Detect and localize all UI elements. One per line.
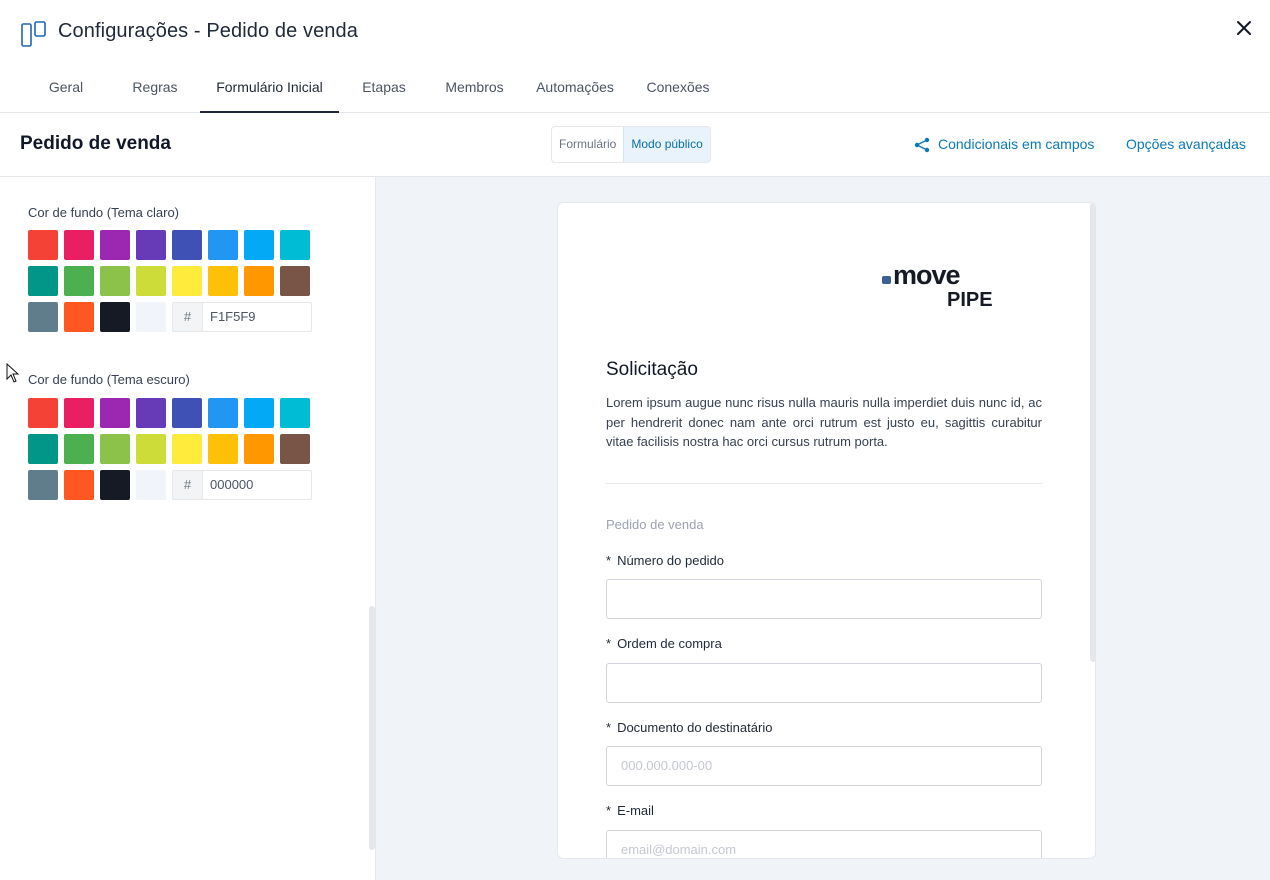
field-label-text: E-mail <box>617 803 654 818</box>
required-mark: * <box>606 636 612 651</box>
light-theme-palette: # F1F5F9 <box>28 230 312 332</box>
field-label-text: Ordem de compra <box>617 636 722 651</box>
form-toolbar: Pedido de venda Formulário Modo público … <box>0 113 1270 177</box>
tab-bar: Geral Regras Formulário Inicial Etapas M… <box>0 66 1270 113</box>
theme-settings-panel: Cor de fundo (Tema claro) # F1F5F9 Cor d… <box>0 177 376 880</box>
hash-prefix: # <box>173 471 203 499</box>
color-swatch[interactable] <box>64 470 94 500</box>
color-swatch[interactable] <box>244 434 274 464</box>
ordem-compra-input[interactable] <box>606 663 1042 703</box>
tab-membros[interactable]: Membros <box>437 66 512 112</box>
field-label-text: Documento do destinatário <box>617 720 773 735</box>
light-theme-hex-field[interactable]: # F1F5F9 <box>172 302 312 332</box>
close-icon[interactable] <box>1232 16 1256 40</box>
page-title: Pedido de venda <box>20 133 171 154</box>
email-input[interactable]: email@domain.com <box>606 830 1042 858</box>
tab-formulario-inicial[interactable]: Formulário Inicial <box>200 66 339 113</box>
form-section-title: Pedido de venda <box>606 517 704 532</box>
color-swatch[interactable] <box>64 302 94 332</box>
form-description: Lorem ipsum augue nunc risus nulla mauri… <box>606 395 1042 449</box>
conditionals-link[interactable]: Condicionais em campos <box>938 136 1094 152</box>
color-swatch[interactable] <box>208 230 238 260</box>
color-swatch[interactable] <box>100 434 130 464</box>
color-swatch[interactable] <box>28 266 58 296</box>
color-swatch[interactable] <box>172 266 202 296</box>
dialog-title: Configurações - Pedido de venda <box>58 20 358 42</box>
form-preview-area: move PIPE Solicitação Lorem ipsum augue … <box>376 177 1270 880</box>
color-swatch[interactable] <box>100 470 130 500</box>
mouse-cursor-icon <box>6 363 20 383</box>
color-swatch[interactable] <box>244 230 274 260</box>
color-swatch[interactable] <box>136 302 166 332</box>
color-swatch[interactable] <box>28 398 58 428</box>
color-swatch[interactable] <box>244 266 274 296</box>
field-label-text: Número do pedido <box>617 553 725 568</box>
dialog-header: Configurações - Pedido de venda <box>0 0 1270 66</box>
field-label-ordem-compra: * Ordem de compra <box>606 636 722 651</box>
color-swatch[interactable] <box>28 230 58 260</box>
color-swatch[interactable] <box>136 434 166 464</box>
left-panel-scrollbar[interactable] <box>369 606 375 850</box>
color-swatch[interactable] <box>100 398 130 428</box>
color-swatch[interactable] <box>172 398 202 428</box>
hash-prefix: # <box>173 303 203 331</box>
numero-pedido-input[interactable] <box>606 579 1042 619</box>
tab-regras[interactable]: Regras <box>126 66 184 112</box>
color-swatch[interactable] <box>172 230 202 260</box>
mode-publico-button[interactable]: Modo público <box>623 127 710 162</box>
light-theme-hex-input[interactable]: F1F5F9 <box>203 303 311 331</box>
svg-text:PIPE: PIPE <box>947 289 993 309</box>
pipe-board-icon <box>21 21 46 47</box>
divider <box>606 483 1042 484</box>
color-swatch[interactable] <box>136 398 166 428</box>
color-swatch[interactable] <box>28 434 58 464</box>
tab-automacoes[interactable]: Automações <box>530 66 620 112</box>
color-swatch[interactable] <box>64 398 94 428</box>
color-swatch[interactable] <box>208 266 238 296</box>
dark-theme-hex-field[interactable]: # 000000 <box>172 470 312 500</box>
field-label-documento: * Documento do destinatário <box>606 720 772 735</box>
color-swatch[interactable] <box>100 302 130 332</box>
color-swatch[interactable] <box>100 230 130 260</box>
svg-text:move: move <box>893 260 961 290</box>
color-swatch[interactable] <box>208 398 238 428</box>
documento-input[interactable]: 000.000.000-00 <box>606 746 1042 786</box>
color-swatch[interactable] <box>28 302 58 332</box>
mode-formulario-button[interactable]: Formulário <box>552 127 623 162</box>
mode-toggle: Formulário Modo público <box>551 126 711 163</box>
color-swatch[interactable] <box>208 434 238 464</box>
color-swatch[interactable] <box>280 398 310 428</box>
color-swatch[interactable] <box>244 398 274 428</box>
light-theme-label: Cor de fundo (Tema claro) <box>28 205 180 220</box>
color-swatch[interactable] <box>280 266 310 296</box>
color-swatch[interactable] <box>136 230 166 260</box>
color-swatch[interactable] <box>64 230 94 260</box>
color-swatch[interactable] <box>280 230 310 260</box>
color-swatch[interactable] <box>64 434 94 464</box>
form-title: Solicitação <box>606 359 698 380</box>
color-swatch[interactable] <box>64 266 94 296</box>
tab-geral[interactable]: Geral <box>40 66 92 112</box>
color-swatch[interactable] <box>136 266 166 296</box>
dark-theme-palette: # 000000 <box>28 398 312 500</box>
public-form-card: move PIPE Solicitação Lorem ipsum augue … <box>557 202 1096 859</box>
share-nodes-icon[interactable] <box>914 137 930 153</box>
required-mark: * <box>606 803 612 818</box>
field-label-numero-pedido: * Número do pedido <box>606 553 724 568</box>
dark-theme-hex-input[interactable]: 000000 <box>203 471 311 499</box>
color-swatch[interactable] <box>172 434 202 464</box>
color-swatch[interactable] <box>136 470 166 500</box>
color-swatch[interactable] <box>100 266 130 296</box>
field-label-email: * E-mail <box>606 803 654 818</box>
dark-theme-label: Cor de fundo (Tema escuro) <box>28 372 190 387</box>
tab-etapas[interactable]: Etapas <box>355 66 413 112</box>
required-mark: * <box>606 720 612 735</box>
color-swatch[interactable] <box>28 470 58 500</box>
form-scrollbar[interactable] <box>1090 203 1095 662</box>
movepipe-logo: move PIPE <box>882 260 993 309</box>
advanced-options-link[interactable]: Opções avançadas <box>1126 136 1246 152</box>
tab-conexoes[interactable]: Conexões <box>640 66 716 112</box>
color-swatch[interactable] <box>280 434 310 464</box>
required-mark: * <box>606 553 612 568</box>
